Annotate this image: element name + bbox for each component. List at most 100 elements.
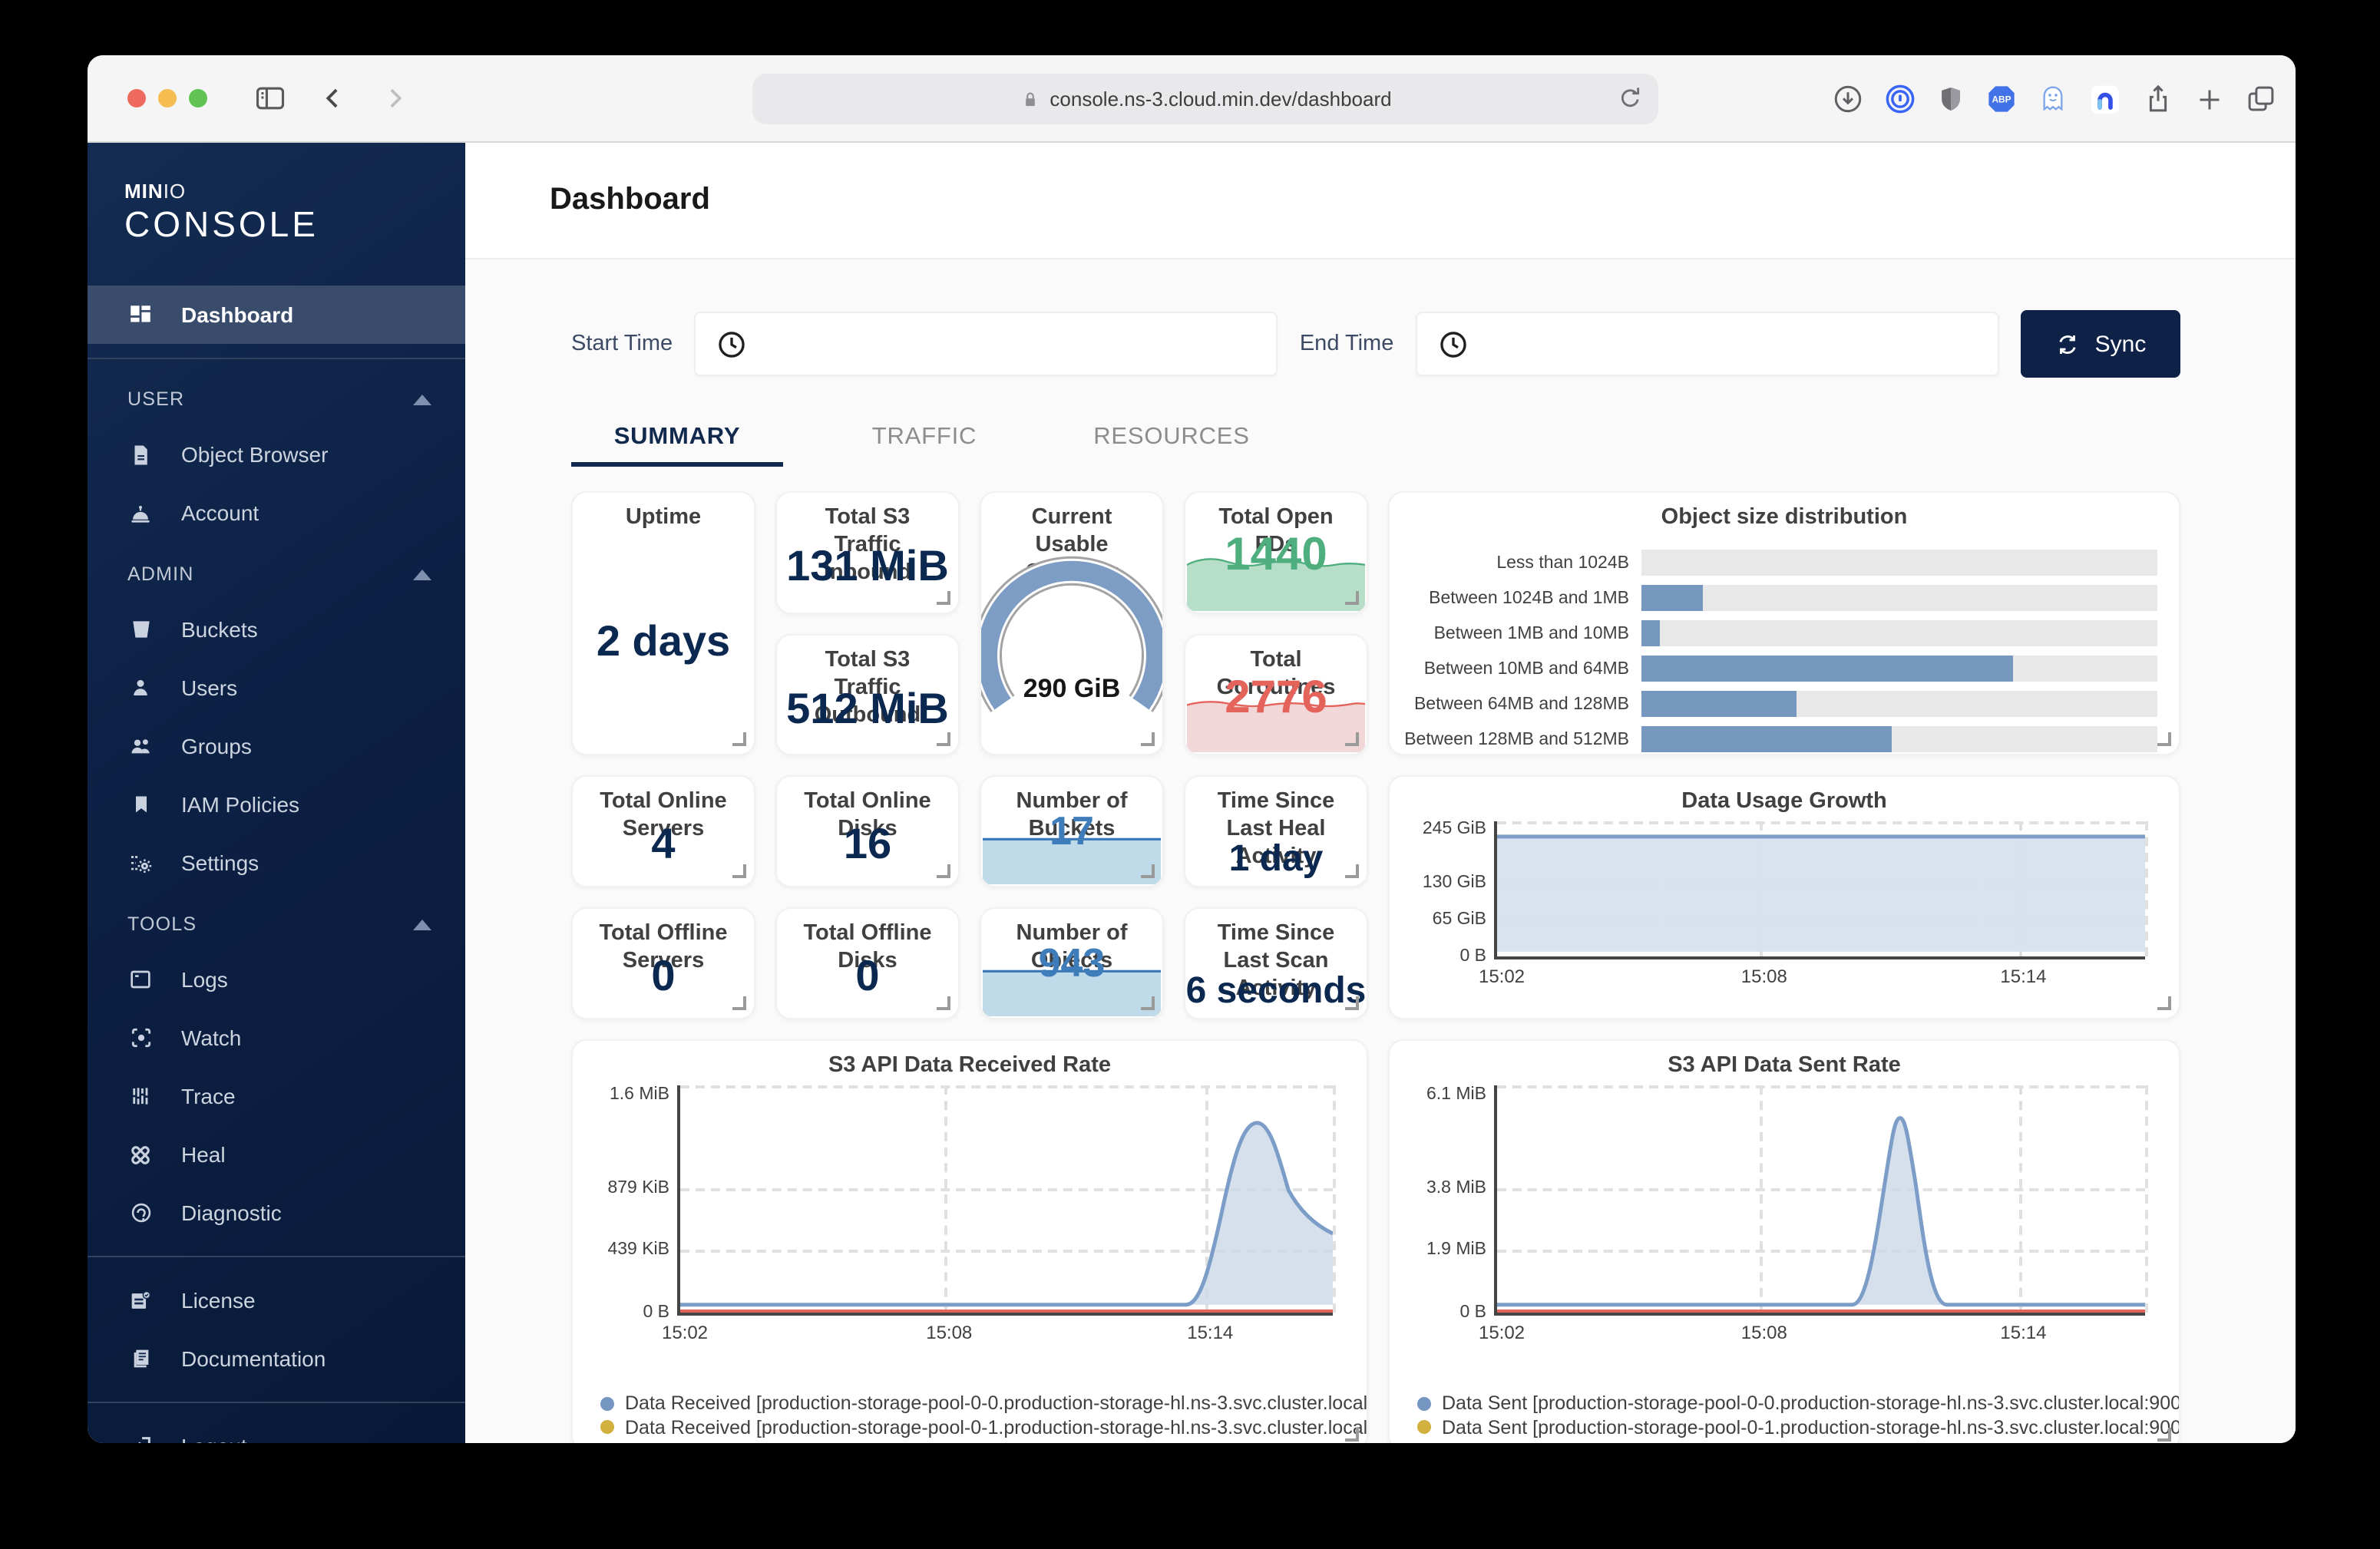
sidebar-item-trace[interactable]: Trace <box>88 1067 465 1125</box>
resize-handle-icon[interactable] <box>937 732 950 746</box>
tab-resources[interactable]: RESOURCES <box>1066 414 1278 467</box>
collapse-icon[interactable] <box>413 394 431 405</box>
sidebar-item-label: Buckets <box>181 617 258 642</box>
zoom-window-button[interactable] <box>189 89 207 107</box>
resize-handle-icon[interactable] <box>732 864 746 878</box>
resize-handle-icon[interactable] <box>937 864 950 878</box>
ghostery-extension-icon[interactable] <box>2038 83 2068 115</box>
y-tick: 3.8 MiB <box>1426 1178 1486 1197</box>
offline-disks-card: Total Offline Disks 0 <box>775 907 960 1019</box>
dashboard-icon <box>127 302 154 328</box>
resize-handle-icon[interactable] <box>1141 996 1155 1010</box>
resize-handle-icon[interactable] <box>937 591 950 605</box>
sidebar-toggle-icon[interactable] <box>253 81 287 115</box>
bar <box>1641 726 1892 752</box>
resize-handle-icon[interactable] <box>1345 864 1359 878</box>
viewfinder-icon <box>127 1026 154 1050</box>
scan-activity-value: 6 seconds <box>1186 969 1367 1012</box>
legend-item: Data Sent [production-storage-pool-0-1.p… <box>1417 1416 2157 1438</box>
sidebar-item-groups[interactable]: Groups <box>88 717 465 775</box>
sidebar-item-dashboard[interactable]: Dashboard <box>88 286 465 344</box>
sidebar-item-object-browser[interactable]: Object Browser <box>88 425 465 484</box>
tab-summary[interactable]: SUMMARY <box>571 414 783 467</box>
y-tick: 130 GiB <box>1423 873 1486 891</box>
documentation-book-icon <box>127 1346 154 1371</box>
legend-item: Data Sent [production-storage-pool-0-2.p… <box>1417 1440 2157 1443</box>
resize-handle-icon[interactable] <box>1345 1428 1359 1442</box>
offline-disks-value: 0 <box>855 951 879 1000</box>
sidebar-item-logout[interactable]: Logout <box>88 1417 465 1443</box>
resize-handle-icon[interactable] <box>1345 996 1359 1010</box>
sidebar-item-buckets[interactable]: Buckets <box>88 600 465 659</box>
window-controls <box>127 89 207 107</box>
start-time-input[interactable] <box>694 312 1278 376</box>
sidebar-item-iam-policies[interactable]: IAM Policies <box>88 775 465 834</box>
arc-extension-icon[interactable] <box>2088 82 2122 116</box>
resize-handle-icon[interactable] <box>1141 732 1155 746</box>
close-window-button[interactable] <box>127 89 146 107</box>
sidebar-item-watch[interactable]: Watch <box>88 1009 465 1067</box>
downloads-icon[interactable] <box>1832 83 1864 115</box>
user-icon <box>127 675 154 700</box>
chart-title: Data Usage Growth <box>1411 788 2157 815</box>
y-tick: 0 B <box>1459 947 1486 966</box>
new-tab-icon[interactable] <box>2194 84 2225 114</box>
sidebar-item-account[interactable]: Account <box>88 484 465 542</box>
collapse-icon[interactable] <box>413 569 431 580</box>
resize-handle-icon[interactable] <box>937 996 950 1010</box>
legend-label: Data Sent [production-storage-pool-0-1.p… <box>1442 1416 2180 1438</box>
sidebar-section-tools[interactable]: TOOLS <box>88 898 465 950</box>
time-filter-row: Start Time End Time Sync <box>571 310 2180 378</box>
onepassword-extension-icon[interactable] <box>1884 83 1916 115</box>
y-tick: 1.9 MiB <box>1426 1240 1486 1258</box>
adblock-plus-extension-icon[interactable]: ABP <box>1985 83 2018 115</box>
x-tick: 15:02 <box>1479 966 1525 987</box>
resize-handle-icon[interactable] <box>2157 732 2171 746</box>
sidebar-item-documentation[interactable]: Documentation <box>88 1329 465 1388</box>
resize-handle-icon[interactable] <box>732 996 746 1010</box>
sidebar-section-user[interactable]: USER <box>88 373 465 425</box>
goroutines-card: Total Goroutines 2776 <box>1184 634 1368 755</box>
sidebar-item-logs[interactable]: Logs <box>88 950 465 1009</box>
y-tick: 879 KiB <box>607 1178 669 1197</box>
sidebar-section-admin[interactable]: ADMIN <box>88 548 465 600</box>
collapse-icon[interactable] <box>413 919 431 930</box>
sidebar-item-label: Logout <box>181 1434 247 1443</box>
sidebar-item-users[interactable]: Users <box>88 659 465 717</box>
tab-traffic[interactable]: TRAFFIC <box>818 414 1030 467</box>
end-time-label: End Time <box>1300 332 1394 356</box>
end-time-input[interactable] <box>1415 312 1999 376</box>
sidebar-item-heal[interactable]: Heal <box>88 1125 465 1184</box>
zero-baseline <box>1497 1310 2145 1313</box>
address-bar[interactable]: console.ns-3.cloud.min.dev/dashboard <box>752 74 1658 124</box>
resize-handle-icon[interactable] <box>1141 864 1155 878</box>
tab-overview-icon[interactable] <box>2245 83 2277 115</box>
resize-handle-icon[interactable] <box>1345 732 1359 746</box>
sidebar-item-license[interactable]: License <box>88 1271 465 1329</box>
legend-dot-icon <box>600 1396 614 1410</box>
legend-dot-icon <box>1417 1396 1431 1410</box>
forward-button-icon[interactable] <box>379 83 410 114</box>
page-header: Dashboard <box>465 143 2296 259</box>
resize-handle-icon[interactable] <box>2157 1428 2171 1442</box>
resize-handle-icon[interactable] <box>732 732 746 746</box>
sidebar-item-diagnostic[interactable]: Diagnostic <box>88 1184 465 1242</box>
data-usage-growth-chart: 245 GiB 130 GiB 65 GiB 0 B 15:02 15:08 1… <box>1411 821 2157 993</box>
share-icon[interactable] <box>2142 83 2174 115</box>
card-title: Uptime <box>573 504 754 531</box>
minimize-window-button[interactable] <box>158 89 177 107</box>
sidebar-item-settings[interactable]: Settings <box>88 834 465 892</box>
resize-handle-icon[interactable] <box>1345 591 1359 605</box>
sidebar-item-label: Object Browser <box>181 442 328 467</box>
sidebar-item-label: Groups <box>181 734 252 758</box>
reload-icon[interactable] <box>1615 83 1646 114</box>
object-size-chart: Less than 1024B Between 1024B and 1MB Be… <box>1390 550 2179 755</box>
resize-handle-icon[interactable] <box>2157 996 2171 1010</box>
s3-data-received-card: S3 API Data Received Rate <box>571 1039 1368 1443</box>
shield-extension-icon[interactable] <box>1936 83 1965 115</box>
legend-label: Data Sent [production-storage-pool-0-0.p… <box>1442 1392 2180 1414</box>
offline-servers-card: Total Offline Servers 0 <box>571 907 755 1019</box>
sync-button[interactable]: Sync <box>2021 310 2180 378</box>
back-button-icon[interactable] <box>318 83 349 114</box>
sidebar-item-label: Watch <box>181 1026 241 1050</box>
